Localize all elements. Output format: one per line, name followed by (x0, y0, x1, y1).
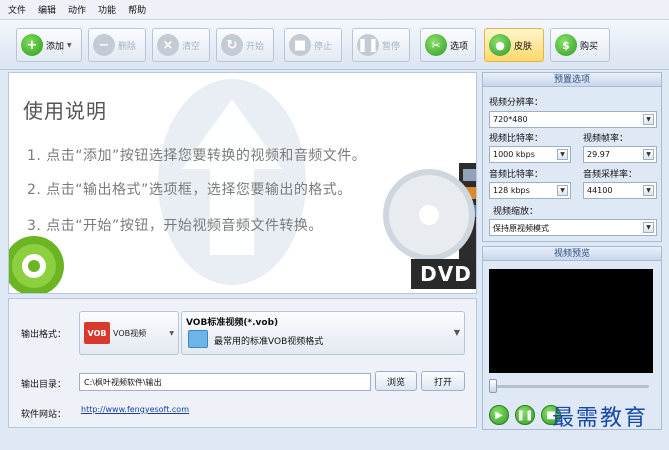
preset-options-panel: 预置选项 视频分辨率： 720*480 ▼ 视频比特率： 视频帧率： 1000 … (482, 72, 662, 242)
instruction-panel: DVD 使用说明 1. 点击“添加”按钮选择您要转换的视频和音频文件。 2. 点… (8, 72, 477, 294)
minus-icon: − (93, 34, 115, 56)
chevron-down-icon: ▼ (557, 185, 568, 196)
frame-rate-label: 视频帧率： (583, 134, 629, 144)
pause-button[interactable]: ❚❚ 暂停 (352, 28, 410, 62)
video-bitrate-label: 视频比特率： (489, 134, 544, 144)
options-label: 选项 (450, 41, 469, 52)
pause-icon: ❚❚ (357, 34, 379, 56)
toolbar: + 添加 ▼ − 删除 × 清空 ↻ 开始 ■ 停止 ❚❚ 暂停 ✂ 选项 ● … (0, 20, 669, 70)
video-bitrate-value: 1000 kbps (493, 150, 535, 159)
refresh-icon: ↻ (221, 34, 243, 56)
instruction-step-1: 1. 点击“添加”按钮选择您要转换的视频和音频文件。 (27, 148, 367, 164)
pause-preview-button[interactable]: ❚❚ (515, 405, 535, 425)
clear-label: 清空 (182, 41, 201, 52)
output-format-button[interactable]: VOB VOB视频 ▼ (79, 311, 179, 355)
apple-icon: ● (489, 34, 511, 56)
output-format-title: VOB标准视频(*.vob) (186, 318, 279, 328)
cart-icon: $ (555, 34, 577, 56)
output-settings: 输出格式： VOB VOB视频 ▼ VOB标准视频(*.vob) 最常用的标准V… (8, 298, 477, 428)
watermark-text: 最需教育 (552, 406, 649, 431)
stop-label: 停止 (314, 41, 333, 52)
chevron-down-icon[interactable]: ▼ (67, 42, 72, 49)
open-button[interactable]: 打开 (421, 371, 465, 391)
video-scale-select[interactable]: 保持原视频模式 ▼ (489, 219, 657, 236)
vob-badge-icon: VOB (84, 322, 110, 344)
menu-edit[interactable]: 编辑 (38, 3, 56, 16)
output-dir-label: 输出目录： (21, 380, 67, 390)
menu-bar: 文件 编辑 动作 功能 帮助 (0, 0, 669, 20)
gear-icon (9, 236, 64, 293)
buy-label: 购买 (580, 41, 599, 52)
resolution-value: 720*480 (493, 115, 528, 124)
video-scale-label: 视频缩放： (493, 207, 539, 217)
clear-button[interactable]: × 清空 (152, 28, 210, 62)
chevron-down-icon: ▼ (643, 149, 654, 160)
chevron-down-icon: ▼ (169, 330, 174, 337)
output-format-select[interactable]: VOB标准视频(*.vob) 最常用的标准VOB视频格式 ▼ (181, 311, 465, 355)
resolution-select[interactable]: 720*480 ▼ (489, 111, 657, 128)
audio-bitrate-label: 音频比特率： (489, 170, 544, 180)
frame-rate-select[interactable]: 29.97 ▼ (583, 146, 657, 163)
output-format-label: 输出格式： (21, 330, 67, 340)
video-preview-screen (489, 269, 653, 373)
preview-seek-handle[interactable] (489, 379, 497, 393)
chevron-down-icon: ▼ (453, 328, 460, 337)
pause-label: 暂停 (382, 41, 401, 52)
stop-icon: ■ (289, 34, 311, 56)
add-label: 添加 (46, 41, 65, 52)
menu-file[interactable]: 文件 (8, 3, 26, 16)
frame-rate-value: 29.97 (587, 150, 610, 159)
video-bitrate-select[interactable]: 1000 kbps ▼ (489, 146, 571, 163)
remove-button[interactable]: − 删除 (88, 28, 146, 62)
close-icon: × (157, 34, 179, 56)
video-preview-header: 视频预览 (483, 247, 661, 261)
website-link[interactable]: http://www.fengyesoft.com (81, 405, 189, 414)
chevron-down-icon: ▼ (643, 114, 654, 125)
sample-rate-select[interactable]: 44100 ▼ (583, 182, 657, 199)
menu-function[interactable]: 功能 (98, 3, 116, 16)
plus-icon: + (21, 34, 43, 56)
video-file-icon (188, 330, 208, 348)
stop-button[interactable]: ■ 停止 (284, 28, 342, 62)
skin-label: 皮肤 (514, 41, 533, 52)
buy-button[interactable]: $ 购买 (550, 28, 610, 62)
chevron-down-icon: ▼ (643, 222, 654, 233)
audio-bitrate-value: 128 kbps (493, 186, 530, 195)
sample-rate-value: 44100 (587, 186, 613, 195)
website-label: 软件网站： (21, 410, 67, 420)
play-button[interactable]: ▶ (489, 405, 509, 425)
pause-icon: ❚❚ (516, 409, 534, 421)
instruction-step-3: 3. 点击“开始”按钮，开始视频音频文件转换。 (27, 218, 323, 234)
remove-label: 删除 (118, 41, 137, 52)
output-format-button-label: VOB视频 (113, 328, 147, 338)
output-format-description: 最常用的标准VOB视频格式 (214, 337, 324, 347)
start-button[interactable]: ↻ 开始 (216, 28, 274, 62)
preview-seek-slider[interactable] (493, 385, 649, 388)
output-dir-input[interactable]: C:\枫叶视频软件\输出 (79, 373, 371, 391)
chevron-down-icon: ▼ (643, 185, 654, 196)
menu-action[interactable]: 动作 (68, 3, 86, 16)
resolution-label: 视频分辨率： (489, 98, 544, 108)
play-icon: ▶ (495, 409, 503, 421)
instruction-step-2: 2. 点击“输出格式”选项框，选择您要输出的格式。 (27, 182, 352, 198)
video-scale-value: 保持原视频模式 (493, 224, 549, 233)
start-label: 开始 (246, 41, 265, 52)
instructions-title: 使用说明 (23, 99, 107, 123)
menu-help[interactable]: 帮助 (128, 3, 146, 16)
audio-bitrate-select[interactable]: 128 kbps ▼ (489, 182, 571, 199)
options-button[interactable]: ✂ 选项 (420, 28, 476, 62)
browse-button[interactable]: 浏览 (375, 371, 417, 391)
chevron-down-icon: ▼ (557, 149, 568, 160)
preset-options-header: 预置选项 (483, 73, 661, 87)
add-button[interactable]: + 添加 ▼ (16, 28, 82, 62)
tools-icon: ✂ (425, 34, 447, 56)
dvd-label: DVD (411, 259, 476, 289)
skin-button[interactable]: ● 皮肤 (484, 28, 544, 62)
sample-rate-label: 音频采样率： (583, 170, 638, 180)
